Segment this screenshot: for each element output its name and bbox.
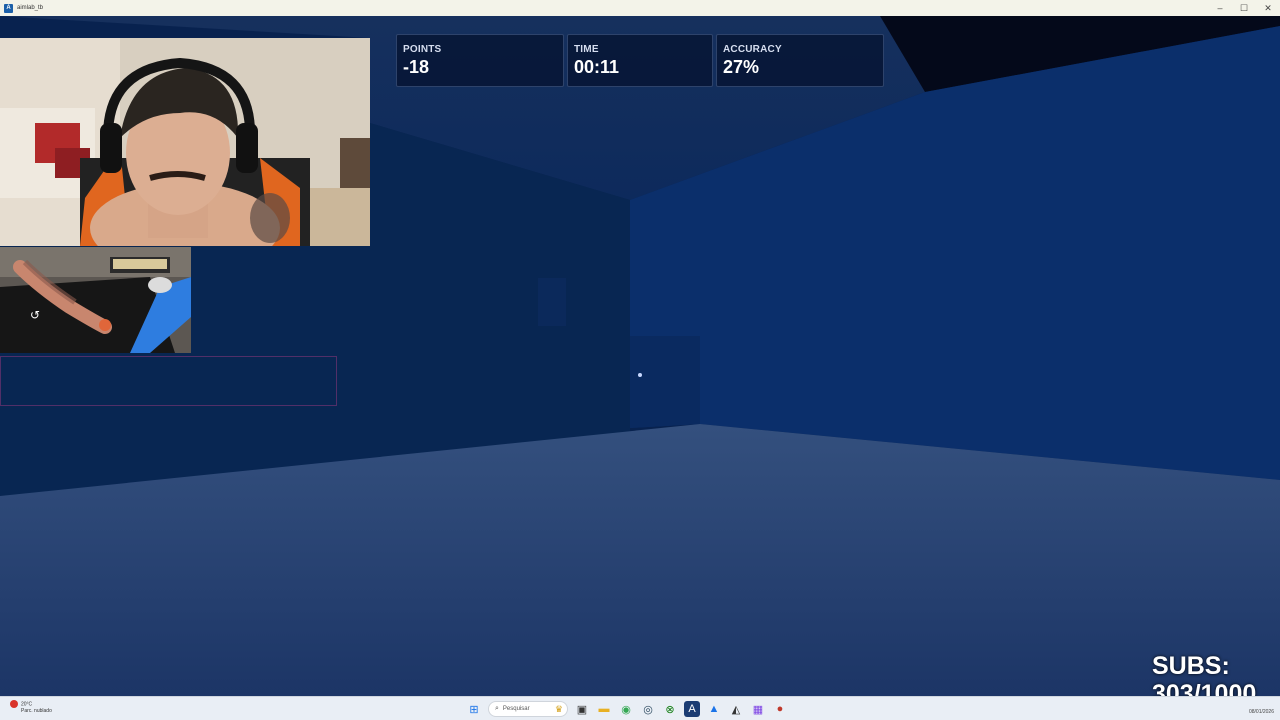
minimize-button[interactable]: – — [1208, 3, 1232, 13]
grid-app-icon[interactable]: ▦ — [750, 701, 766, 717]
maximize-button[interactable]: ☐ — [1232, 3, 1256, 14]
windows-start-icon[interactable]: ⊞ — [466, 701, 482, 717]
windows-taskbar: 20°C Parc. nublado ⊞ ⌕ Pesquisar ♛ ▣ ▬ ◉… — [0, 696, 1280, 720]
steam-icon[interactable]: ◎ — [640, 701, 656, 717]
weather-desc: Parc. nublado — [21, 708, 52, 715]
webcam-face-image — [0, 38, 370, 246]
overlay-frame — [0, 356, 337, 406]
time-value: 00:11 — [574, 57, 620, 77]
search-input[interactable]: ⌕ Pesquisar ♛ — [488, 701, 568, 717]
xbox-icon[interactable]: ⊗ — [662, 701, 678, 717]
accuracy-label: ACCURACY — [723, 44, 782, 55]
task-view-icon[interactable]: ▣ — [574, 701, 590, 717]
screen: A aimlab_tb – ☐ ✕ POINTS -18 TIME 00:11 … — [0, 0, 1280, 720]
points-value: -18 — [403, 57, 430, 77]
obs-icon[interactable]: ● — [772, 701, 788, 717]
webcam-hands-overlay: ↺ — [0, 247, 191, 353]
window-title: aimlab_tb — [17, 5, 44, 11]
webcam-face-overlay — [0, 38, 370, 246]
faint-target — [538, 278, 566, 326]
aimlab-icon[interactable]: A — [684, 701, 700, 717]
points-label: POINTS — [403, 44, 442, 55]
app-icon[interactable]: ◭ — [728, 701, 744, 717]
accuracy-panel: ACCURACY 27% — [716, 34, 884, 87]
system-tray[interactable]: 08/01/2026 — [1249, 700, 1274, 716]
points-panel: POINTS -18 — [396, 34, 564, 87]
weather-icon — [10, 700, 18, 708]
taskbar-apps: ⊞ ⌕ Pesquisar ♛ ▣ ▬ ◉ ◎ ⊗ A ▲ ◭ ▦ ● — [466, 700, 788, 718]
clock-date: 08/01/2026 — [1248, 709, 1274, 715]
chrome-icon[interactable]: ◉ — [618, 701, 634, 717]
weather-temp: 20°C — [21, 701, 33, 708]
search-placeholder: Pesquisar — [502, 706, 530, 712]
photos-icon[interactable]: ▲ — [706, 701, 722, 717]
accuracy-value: 27% — [723, 57, 760, 77]
crosshair — [638, 373, 642, 377]
svg-text:↺: ↺ — [30, 308, 40, 322]
close-button[interactable]: ✕ — [1256, 3, 1280, 14]
time-panel: TIME 00:11 — [567, 34, 713, 87]
crown-icon: ♛ — [554, 703, 563, 714]
weather-widget[interactable]: 20°C Parc. nublado — [10, 700, 52, 715]
file-explorer-icon[interactable]: ▬ — [596, 701, 612, 717]
time-label: TIME — [574, 44, 599, 55]
back-corner — [630, 336, 700, 428]
aimlab-app-icon: A — [4, 3, 13, 13]
search-icon: ⌕ — [495, 705, 499, 712]
webcam-hands-image: ↺ — [0, 247, 191, 353]
window-title-bar: A aimlab_tb – ☐ ✕ — [0, 0, 1280, 16]
subs-label: SUBS: — [1152, 652, 1230, 680]
